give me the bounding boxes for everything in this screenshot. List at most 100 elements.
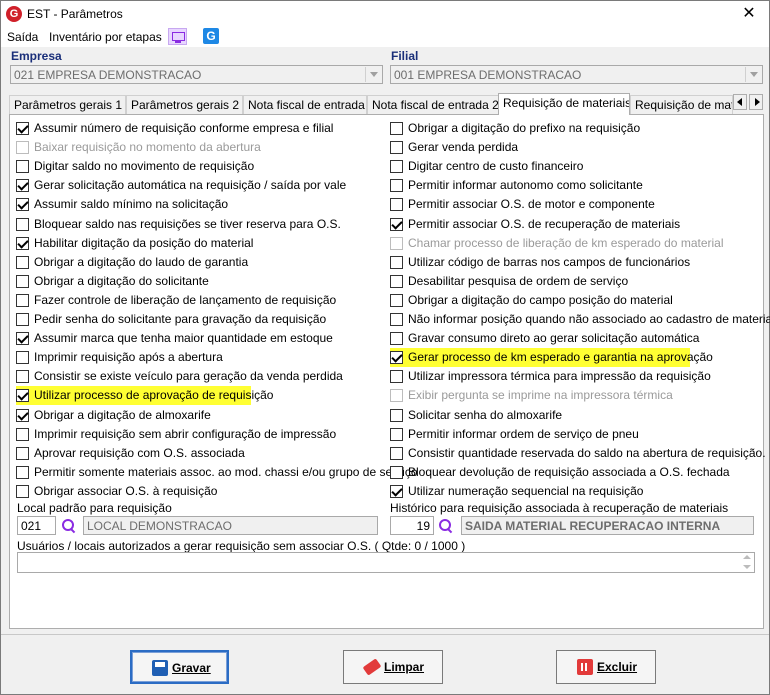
- delete-button-label: Excluir: [597, 660, 638, 674]
- divider: [1, 634, 769, 635]
- filial-select[interactable]: 001 EMPRESA DEMONSTRACAO: [390, 65, 763, 84]
- checkbox-unchecked[interactable]: [16, 465, 29, 479]
- checkbox-unchecked[interactable]: [390, 370, 403, 384]
- chevron-down-icon[interactable]: [745, 67, 761, 82]
- option-label: Permitir informar ordem de serviço de pn…: [408, 426, 639, 441]
- historico-label: Histórico para requisição associada à re…: [390, 501, 729, 515]
- save-button[interactable]: Gravar: [130, 650, 229, 684]
- checkbox-checked[interactable]: [390, 351, 403, 365]
- checkbox-checked[interactable]: [16, 122, 29, 135]
- floppy-disk-icon: [152, 660, 168, 676]
- textarea-scrollbar[interactable]: [740, 553, 754, 572]
- checkbox-unchecked[interactable]: [390, 408, 403, 422]
- tab-parametros-gerais-1[interactable]: Parâmetros gerais 1: [9, 95, 126, 114]
- checkbox-unchecked[interactable]: [16, 217, 29, 231]
- option-label: Utilizar código de barras nos campos de …: [408, 254, 691, 269]
- checkbox-unchecked[interactable]: [16, 427, 29, 441]
- checkbox-checked[interactable]: [16, 408, 29, 422]
- checkbox-unchecked[interactable]: [16, 160, 29, 174]
- option-checkbox-row[interactable]: Utilizar processo de aprovação de requis…: [16, 386, 273, 406]
- tab-requisicao-materiais-2[interactable]: Requisição de materiais: [630, 95, 733, 114]
- close-button[interactable]: ✕: [737, 3, 761, 25]
- historico-code-input[interactable]: 19: [390, 516, 434, 535]
- scroll-up-icon[interactable]: [743, 555, 751, 559]
- search-icon[interactable]: [438, 518, 454, 534]
- checkbox-unchecked[interactable]: [390, 427, 403, 441]
- option-label: Gerar solicitação automática na requisiç…: [34, 178, 347, 193]
- option-label: Digitar saldo no movimento de requisição: [34, 159, 255, 174]
- usuarios-autorizados-textarea[interactable]: [17, 552, 755, 573]
- checkbox-unchecked[interactable]: [390, 160, 403, 174]
- option-label: Permitir somente materiais assoc. ao mod…: [34, 464, 418, 479]
- checkbox-checked[interactable]: [16, 389, 29, 403]
- option-label: Assumir saldo mínimo na solicitação: [34, 197, 229, 212]
- checkbox-unchecked[interactable]: [16, 351, 29, 365]
- usuarios-label: Usuários / locais autorizados a gerar re…: [17, 539, 466, 553]
- checkbox-checked[interactable]: [390, 484, 403, 498]
- trash-icon: [577, 659, 593, 675]
- checkbox-unchecked[interactable]: [16, 274, 29, 288]
- checkbox-unchecked[interactable]: [390, 446, 403, 460]
- checkbox-unchecked[interactable]: [16, 446, 29, 460]
- checkbox-unchecked[interactable]: [16, 293, 29, 307]
- chevron-down-icon[interactable]: [365, 67, 381, 82]
- checkbox-unchecked[interactable]: [16, 313, 29, 326]
- local-code-input[interactable]: 021: [17, 516, 56, 535]
- checkbox-checked[interactable]: [390, 217, 403, 231]
- filial-label: Filial: [391, 49, 419, 63]
- monitor-icon[interactable]: [168, 28, 187, 45]
- tab-nota-fiscal-entrada-2[interactable]: Nota fiscal de entrada 2: [367, 95, 500, 114]
- g-logo-icon[interactable]: G: [203, 28, 219, 44]
- empresa-select[interactable]: 021 EMPRESA DEMONSTRACAO: [10, 65, 383, 84]
- option-label: Assumir marca que tenha maior quantidade…: [34, 331, 333, 346]
- tab-parametros-gerais-2[interactable]: Parâmetros gerais 2: [126, 95, 243, 114]
- option-label: Digitar centro de custo financeiro: [408, 159, 584, 174]
- historico-description-field: SAIDA MATERIAL RECUPERACAO INTERNA: [461, 516, 754, 535]
- search-icon[interactable]: [61, 518, 77, 534]
- checkbox-unchecked[interactable]: [390, 332, 403, 346]
- delete-button[interactable]: Excluir: [556, 650, 656, 684]
- checkbox-unchecked[interactable]: [390, 122, 403, 135]
- option-label: Fazer controle de liberação de lançament…: [34, 292, 337, 307]
- app-logo-icon: G: [6, 6, 22, 22]
- option-label: Gerar venda perdida: [408, 140, 519, 155]
- option-label: Solicitar senha do almoxarife: [408, 407, 563, 422]
- checkbox-unchecked[interactable]: [390, 141, 403, 155]
- option-label: Permitir informar autonomo como solicita…: [408, 178, 643, 193]
- option-label: Chamar processo de liberação de km esper…: [408, 235, 724, 250]
- tab-scroll-right-icon[interactable]: [749, 94, 763, 110]
- local-code-value: 021: [21, 519, 42, 533]
- option-checkbox-row[interactable]: Gerar processo de km esperado e garantia…: [390, 348, 713, 368]
- checkbox-unchecked[interactable]: [390, 293, 403, 307]
- checkbox-unchecked[interactable]: [16, 484, 29, 498]
- window: G EST - Parâmetros ✕ Saída Inventário po…: [0, 0, 770, 695]
- checkbox-checked[interactable]: [16, 179, 29, 193]
- option-label: Assumir número de requisição conforme em…: [34, 121, 334, 135]
- option-label: Imprimir requisição sem abrir configuraç…: [34, 426, 337, 441]
- filial-value: 001 EMPRESA DEMONSTRACAO: [394, 68, 582, 82]
- checkbox-unchecked[interactable]: [16, 255, 29, 269]
- checkbox-unchecked[interactable]: [390, 255, 403, 269]
- option-label: Utilizar processo de aprovação de requis…: [34, 388, 274, 403]
- option-label: Utilizar numeração sequencial na requisi…: [408, 483, 644, 498]
- menu-inventario-etapas[interactable]: Inventário por etapas: [49, 30, 162, 44]
- clear-button[interactable]: Limpar: [343, 650, 443, 684]
- checkbox-checked[interactable]: [16, 198, 29, 212]
- checkbox-unchecked[interactable]: [390, 274, 403, 288]
- tab-nota-fiscal-entrada[interactable]: Nota fiscal de entrada: [243, 95, 367, 114]
- checkbox-unchecked[interactable]: [390, 313, 403, 326]
- option-label: Não informar posição quando não associad…: [408, 312, 770, 326]
- tab-scroll-left-icon[interactable]: [733, 94, 747, 110]
- checkbox-checked[interactable]: [16, 236, 29, 250]
- scroll-down-icon[interactable]: [743, 565, 751, 569]
- checkbox-unchecked[interactable]: [390, 179, 403, 193]
- option-label: Gravar consumo direto ao gerar solicitaç…: [408, 331, 700, 346]
- checkbox-checked[interactable]: [16, 332, 29, 346]
- checkbox-unchecked[interactable]: [390, 465, 403, 479]
- empresa-value: 021 EMPRESA DEMONSTRACAO: [14, 68, 202, 82]
- checkbox-unchecked[interactable]: [390, 198, 403, 212]
- empresa-label: Empresa: [11, 49, 62, 63]
- tab-requisicao-materiais[interactable]: Requisição de materiais: [498, 93, 630, 115]
- checkbox-unchecked[interactable]: [16, 370, 29, 384]
- menu-saida[interactable]: Saída: [7, 30, 38, 44]
